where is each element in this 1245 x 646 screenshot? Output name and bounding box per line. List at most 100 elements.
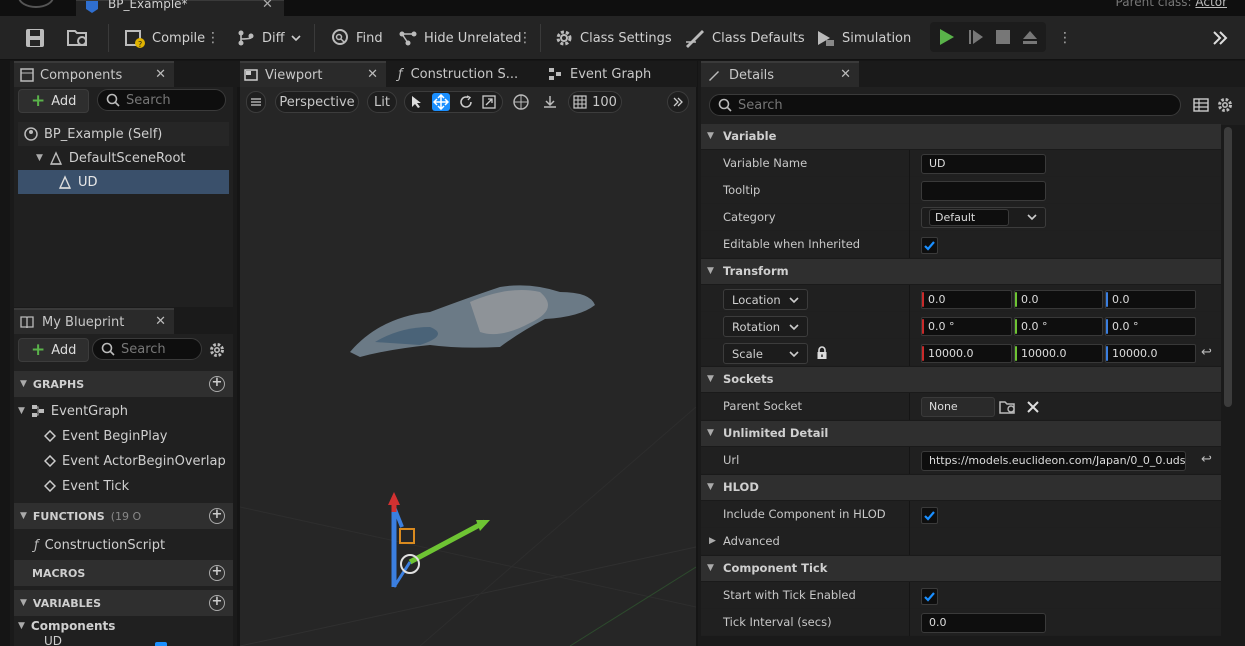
details-scrollbar[interactable] [1224, 127, 1232, 407]
tree-item-self[interactable]: BP_Example (Self) [24, 122, 162, 146]
my-blueprint-search-input[interactable] [121, 341, 201, 357]
tree-item-event-actorbeginoverlap[interactable]: Event ActorBeginOverlap [44, 449, 226, 473]
url-field[interactable]: https://models.euclideon.com/Japan/0_0_0… [921, 451, 1186, 471]
location-z-field[interactable]: 0.0 [1105, 290, 1196, 309]
add-component-button[interactable]: + Add [18, 89, 90, 113]
add-member-button[interactable]: + Add [18, 338, 90, 362]
tree-item-default-scene-root[interactable]: ▼ DefaultSceneRoot [36, 146, 186, 170]
tooltip-field[interactable] [921, 181, 1046, 201]
select-icon[interactable] [411, 95, 423, 109]
functions-section[interactable]: ▼ FUNCTIONS (19 O + [14, 503, 233, 529]
parent-class-link[interactable]: Actor [1195, 0, 1227, 9]
component-tick-section[interactable]: ▼ Component Tick [701, 556, 1221, 582]
perspective-button[interactable]: Perspective [275, 91, 359, 113]
rotation-z-field[interactable]: 0.0 ° [1105, 317, 1196, 336]
tree-item-event-beginplay[interactable]: Event BeginPlay [44, 424, 168, 448]
scale-icon[interactable] [481, 95, 496, 109]
play-icon[interactable] [937, 27, 957, 47]
viewport-menu-button[interactable] [246, 91, 266, 113]
hide-unrelated-options-button[interactable]: ⋮ [518, 16, 532, 60]
view-mode-button[interactable]: Lit [367, 91, 397, 113]
details-search[interactable] [709, 94, 1181, 116]
location-x-field[interactable]: 0.0 [921, 290, 1012, 309]
sockets-section[interactable]: ▼ Sockets [701, 367, 1221, 393]
tab-components[interactable]: Components ✕ [14, 61, 174, 87]
add-graph-icon[interactable]: + [209, 376, 225, 392]
tree-item-construction-script[interactable]: ƒ ConstructionScript [34, 533, 165, 557]
browse-button[interactable] [66, 16, 90, 60]
document-tab[interactable]: BP_Example* ✕ [76, 0, 284, 16]
editable-inherited-checkbox[interactable] [921, 237, 938, 254]
tick-interval-field[interactable]: 0.0 [921, 613, 1046, 633]
variables-section[interactable]: ▼ VARIABLES + [14, 590, 233, 616]
macros-section[interactable]: MACROS + [14, 560, 233, 586]
scale-x-field[interactable]: 10000.0 [921, 344, 1012, 363]
tree-item-ud-variable[interactable]: UD [44, 634, 62, 646]
reset-to-default-icon[interactable]: ↩ [1201, 452, 1212, 467]
rotate-icon[interactable] [459, 95, 473, 109]
play-options-button[interactable]: ⋮ [1058, 16, 1072, 60]
tab-details[interactable]: Details ✕ [701, 61, 859, 87]
start-tick-checkbox[interactable] [921, 588, 938, 605]
reset-to-default-icon[interactable]: ↩ [1201, 345, 1212, 360]
simulation-button[interactable]: Simulation [814, 16, 911, 60]
tree-item-ud[interactable]: UD [58, 170, 98, 194]
browse-socket-icon[interactable] [999, 399, 1017, 415]
scale-dropdown[interactable]: Scale [723, 343, 808, 364]
diff-button[interactable]: Diff [236, 16, 301, 60]
tree-item-event-graph[interactable]: ▼ EventGraph [18, 399, 128, 423]
category-dropdown[interactable]: Default [921, 207, 1046, 228]
rotation-y-field[interactable]: 0.0 ° [1014, 317, 1103, 336]
step-icon[interactable] [967, 28, 985, 46]
close-icon[interactable]: ✕ [155, 67, 166, 82]
scale-y-field[interactable]: 10000.0 [1014, 344, 1103, 363]
location-y-field[interactable]: 0.0 [1014, 290, 1103, 309]
include-hlod-checkbox[interactable] [921, 507, 938, 524]
add-variable-icon[interactable]: + [209, 595, 225, 611]
tree-item-event-tick[interactable]: Event Tick [44, 474, 129, 498]
gear-icon[interactable] [208, 341, 226, 359]
surface-snapping-icon[interactable] [538, 91, 562, 113]
compile-options-button[interactable]: ⋮ [206, 16, 220, 60]
close-icon[interactable]: ✕ [155, 314, 166, 329]
viewport-expand-icon[interactable] [667, 91, 689, 113]
tab-viewport[interactable]: Viewport ✕ [240, 61, 386, 87]
rotation-x-field[interactable]: 0.0 ° [921, 317, 1012, 336]
components-search[interactable] [97, 89, 226, 111]
gear-icon[interactable] [1216, 96, 1234, 114]
tab-event-graph[interactable]: Event Graph [540, 61, 690, 87]
hide-unrelated-button[interactable]: Hide Unrelated [398, 16, 522, 60]
class-settings-button[interactable]: Class Settings [554, 16, 672, 60]
class-defaults-button[interactable]: Class Defaults [684, 16, 805, 60]
tab-construction-script[interactable]: ƒ Construction S... [390, 61, 530, 87]
compile-button[interactable]: ? Compile [124, 16, 205, 60]
find-button[interactable]: Find [330, 16, 383, 60]
save-button[interactable] [24, 16, 46, 60]
move-icon[interactable] [432, 93, 451, 111]
location-dropdown[interactable]: Location [723, 289, 808, 310]
variable-section[interactable]: ▼ Variable [701, 124, 1221, 150]
close-icon[interactable]: ✕ [840, 67, 851, 82]
advanced-row[interactable]: ▶ Advanced [701, 528, 1221, 555]
components-search-input[interactable] [126, 92, 225, 108]
close-icon[interactable]: ✕ [367, 67, 378, 82]
scale-z-field[interactable]: 10000.0 [1105, 344, 1196, 363]
clear-icon[interactable] [1026, 400, 1040, 414]
coordinate-space-icon[interactable] [509, 91, 533, 113]
eject-icon[interactable] [1021, 28, 1039, 46]
expand-toolbar-icon[interactable] [1210, 16, 1230, 60]
tree-item-components-group[interactable]: ▼ Components [18, 614, 115, 638]
rotation-dropdown[interactable]: Rotation [723, 316, 808, 337]
grid-snap-button[interactable]: 100 [568, 91, 622, 113]
stop-icon[interactable] [995, 29, 1011, 45]
table-view-icon[interactable] [1193, 97, 1209, 113]
my-blueprint-search[interactable] [92, 338, 202, 360]
tab-my-blueprint[interactable]: My Blueprint ✕ [14, 308, 174, 334]
add-macro-icon[interactable]: + [209, 565, 225, 581]
details-search-input[interactable] [738, 97, 1180, 113]
graphs-section[interactable]: ▼ GRAPHS + [14, 371, 233, 397]
viewport-canvas[interactable] [240, 87, 696, 646]
unlimited-detail-section[interactable]: ▼ Unlimited Detail [701, 421, 1221, 447]
hlod-section[interactable]: ▼ HLOD [701, 475, 1221, 501]
close-icon[interactable]: ✕ [262, 0, 273, 12]
